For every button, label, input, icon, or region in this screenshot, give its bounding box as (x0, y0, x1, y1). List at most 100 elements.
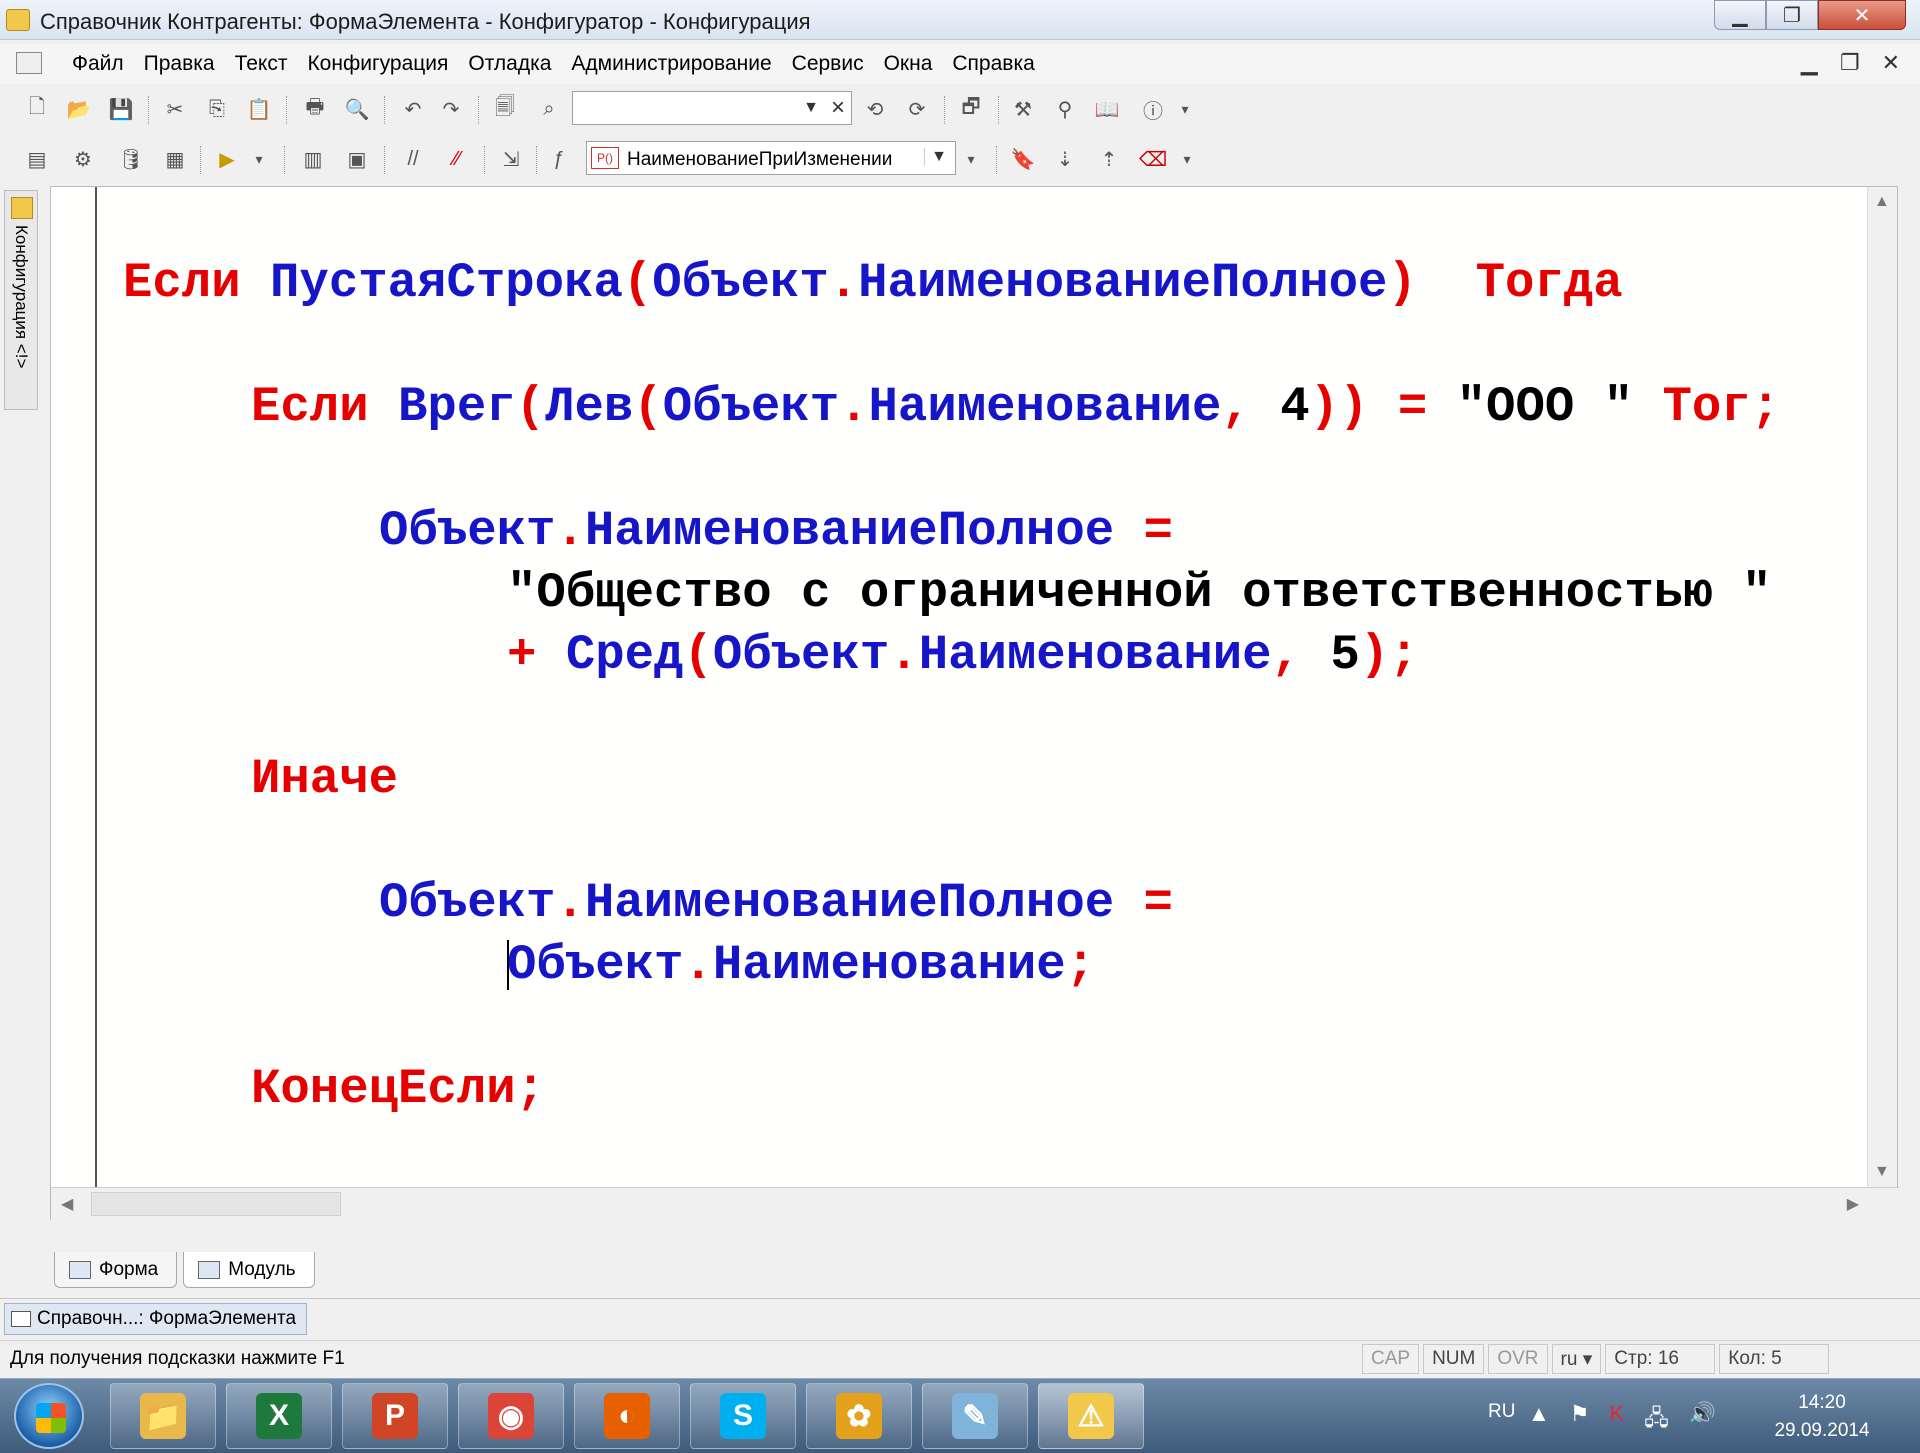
vertical-scrollbar[interactable]: ▲ ▼ (1867, 187, 1897, 1187)
find-previous-icon[interactable]: ⟳ (904, 96, 930, 122)
uncomment-icon[interactable]: ⁄⁄ (444, 146, 470, 172)
procedure-selector[interactable]: P() НаименованиеПриИзменении ▼ (586, 141, 956, 175)
chevron-down-icon[interactable]: ▼ (803, 99, 819, 117)
network-icon[interactable]: 🖧 (1644, 1401, 1669, 1439)
taskbar-button-1c[interactable]: ⚠ (1038, 1383, 1144, 1449)
chevron-down-icon[interactable]: ▾ (958, 146, 984, 172)
print-preview-icon[interactable]: 🔍 (344, 96, 370, 122)
taskbar-button-explorer[interactable]: 📁 (110, 1383, 216, 1449)
windows-icon[interactable]: 🗗 (958, 96, 984, 122)
info-icon[interactable]: ⓘ (1140, 96, 1166, 123)
minimize-button[interactable]: ▁ (1714, 0, 1766, 30)
taskbar-button-firefox[interactable]: ◐ (574, 1383, 680, 1449)
template-icon[interactable]: ▥ (300, 146, 326, 172)
cut-icon[interactable]: ✂ (162, 96, 188, 122)
menu-item-service[interactable]: Сервис (782, 52, 874, 76)
prev-bookmark-icon[interactable]: ⇡ (1096, 146, 1122, 172)
open-folder-icon[interactable]: 📂 (66, 96, 92, 122)
scroll-down-icon[interactable]: ▼ (1874, 1163, 1890, 1181)
mdi-restore-button[interactable]: ❐ (1840, 50, 1860, 76)
format-icon[interactable]: ⇲ (498, 146, 524, 172)
menu-item-administration[interactable]: Администрирование (561, 52, 781, 76)
wizard-icon[interactable]: ⚒ (1010, 96, 1036, 122)
dot: . (889, 627, 919, 683)
help-book-icon[interactable]: 📖 (1094, 96, 1120, 122)
tab-form[interactable]: Форма (54, 1252, 178, 1288)
property-name: Наименование (868, 379, 1222, 435)
redo-icon[interactable]: ↷ (438, 96, 464, 122)
keyword: Если (251, 379, 369, 435)
volume-icon[interactable]: 🔊 (1689, 1401, 1716, 1439)
clock[interactable]: 14:20 29.09.2014 (1762, 1389, 1882, 1445)
search-combo[interactable]: ▼ × (572, 91, 852, 125)
language-selector[interactable]: ru ▾ (1551, 1344, 1602, 1374)
chevron-down-icon[interactable]: ▼ (924, 148, 947, 166)
toolbar-options-icon[interactable]: ▾ (1172, 96, 1198, 122)
close-button[interactable]: ✕ (1818, 0, 1906, 30)
search-input[interactable] (573, 92, 803, 124)
print-icon[interactable]: 🖶 (302, 96, 328, 122)
taskbar-button-excel[interactable]: X (226, 1383, 332, 1449)
save-icon[interactable]: 💾 (108, 96, 134, 122)
syntax-assistant-icon[interactable]: ⚲ (1052, 96, 1078, 122)
comment-icon[interactable]: // (400, 146, 426, 172)
code-editor[interactable]: Если ПустаяСтрока(Объект.НаименованиеПол… (50, 186, 1899, 1221)
clear-bookmarks-icon[interactable]: ⌫ (1139, 146, 1167, 172)
configuration-side-panel[interactable]: Конфигурация <!> (4, 190, 38, 410)
menu-item-windows[interactable]: Окна (874, 52, 943, 76)
find-in-files-icon[interactable]: 🗐 (492, 96, 518, 122)
menu-item-file[interactable]: Файл (62, 52, 134, 76)
menu-item-text[interactable]: Текст (225, 52, 298, 76)
taskbar-button-skype[interactable]: S (690, 1383, 796, 1449)
column-indicator: Кол: 5 (1719, 1344, 1830, 1374)
horizontal-scrollbar[interactable]: ◀ ▶ (51, 1187, 1899, 1221)
object-name: Объект (379, 875, 556, 931)
scroll-up-icon[interactable]: ▲ (1874, 193, 1890, 211)
maximize-button[interactable]: ❐ (1766, 0, 1818, 30)
paste-template-icon[interactable]: ▣ (344, 146, 370, 172)
database-icon[interactable]: 🛢 (118, 146, 144, 172)
search-icon[interactable]: ⌕ (536, 96, 562, 122)
module-icon[interactable]: ▤ (24, 146, 50, 172)
code-line: "Общество с ограниченной ответственность… (507, 563, 1771, 623)
table-icon[interactable]: ▦ (162, 146, 188, 172)
action-center-flag-icon[interactable]: ⚑ (1570, 1401, 1590, 1439)
next-bookmark-icon[interactable]: ⇣ (1052, 146, 1078, 172)
mdi-minimize-button[interactable]: ▁ (1801, 50, 1818, 76)
taskbar-button-powerpoint[interactable]: P (342, 1383, 448, 1449)
menu-item-edit[interactable]: Правка (134, 52, 225, 76)
debug-start-icon[interactable]: ▶ (214, 146, 240, 172)
copy-icon[interactable]: ⎘ (204, 96, 230, 122)
show-hidden-icons-icon[interactable]: ▲ (1528, 1401, 1550, 1439)
taskbar-button-icq[interactable]: ✿ (806, 1383, 912, 1449)
taskbar-button-notepad[interactable]: ✎ (922, 1383, 1028, 1449)
chevron-down-icon[interactable]: ▾ (246, 146, 272, 172)
windows-taskbar: 📁 X P ◉ ◐ S ✿ ✎ ⚠ RU ▲ ⚑ K 🖧 🔊 14:20 29.… (0, 1378, 1920, 1453)
window-tab[interactable]: Справочн...: ФормаЭлемента (4, 1303, 308, 1335)
clear-search-icon[interactable]: × (831, 94, 845, 122)
undo-icon[interactable]: ↶ (400, 96, 426, 122)
new-file-icon[interactable]: 🗋 (24, 96, 50, 122)
menu-item-help[interactable]: Справка (942, 52, 1044, 76)
taskbar-button-chrome[interactable]: ◉ (458, 1383, 564, 1449)
scroll-left-icon[interactable]: ◀ (61, 1194, 73, 1214)
find-next-icon[interactable]: ⟲ (862, 96, 888, 122)
margin-line (95, 187, 97, 1187)
paste-icon[interactable]: 📋 (246, 96, 272, 122)
menu-item-debug[interactable]: Отладка (458, 52, 561, 76)
tab-module[interactable]: Модуль (183, 1252, 315, 1288)
start-button[interactable] (14, 1383, 84, 1449)
bookmark-icon[interactable]: 🔖 (1010, 146, 1036, 172)
properties-icon[interactable]: ⚙ (70, 146, 96, 172)
toolbar-options-icon[interactable]: ▾ (1174, 146, 1200, 172)
menu-item-configuration[interactable]: Конфигурация (297, 52, 458, 76)
paren: ( (515, 379, 546, 435)
input-language[interactable]: RU (1488, 1401, 1515, 1423)
system-menu-icon[interactable] (16, 52, 42, 74)
scroll-right-icon[interactable]: ▶ (1847, 1194, 1859, 1214)
notepad-icon: ✎ (952, 1393, 998, 1439)
mdi-close-button[interactable]: ✕ (1882, 50, 1900, 76)
antivirus-icon[interactable]: K (1610, 1401, 1625, 1439)
procedures-list-icon[interactable]: ƒ (546, 146, 572, 172)
scroll-thumb[interactable] (91, 1192, 341, 1216)
